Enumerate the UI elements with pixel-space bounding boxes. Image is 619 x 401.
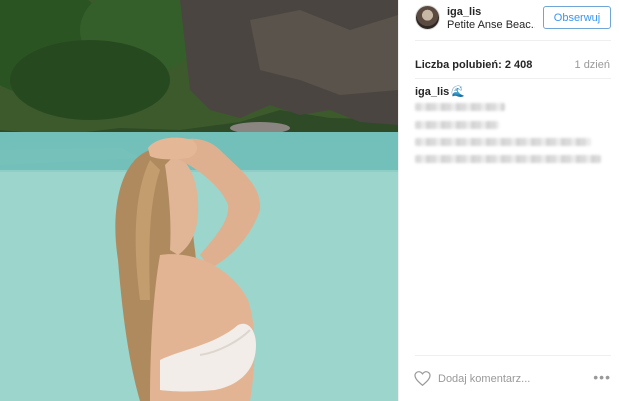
blurred-text-line <box>415 138 591 146</box>
caption: iga_lis 🌊 <box>415 85 465 98</box>
likes-count[interactable]: Liczba polubień: 2 408 <box>415 59 532 71</box>
location-link[interactable]: Petite Anse Beac... <box>447 19 535 31</box>
comment-input[interactable] <box>438 371 578 387</box>
likes-divider <box>415 78 611 79</box>
blurred-text-line <box>415 155 601 163</box>
beach-photo-illustration <box>0 0 398 401</box>
post-details-panel: iga_lis Petite Anse Beac... Obserwuj Lic… <box>398 0 619 401</box>
avatar[interactable] <box>415 5 440 30</box>
more-options-icon[interactable]: ••• <box>593 369 611 385</box>
heart-icon[interactable] <box>414 371 431 391</box>
post-photo[interactable] <box>0 0 398 401</box>
follow-button[interactable]: Obserwuj <box>543 6 611 29</box>
wave-emoji: 🌊 <box>451 86 465 98</box>
post-timestamp[interactable]: 1 dzień <box>575 59 610 71</box>
username-link[interactable]: iga_lis <box>447 6 481 18</box>
blurred-text-line <box>415 103 505 111</box>
post-header: iga_lis Petite Anse Beac... Obserwuj <box>399 0 619 40</box>
comment-bar: ••• <box>399 355 619 401</box>
caption-username[interactable]: iga_lis <box>415 86 449 98</box>
blurred-text-line <box>415 121 499 129</box>
header-divider <box>415 40 611 41</box>
